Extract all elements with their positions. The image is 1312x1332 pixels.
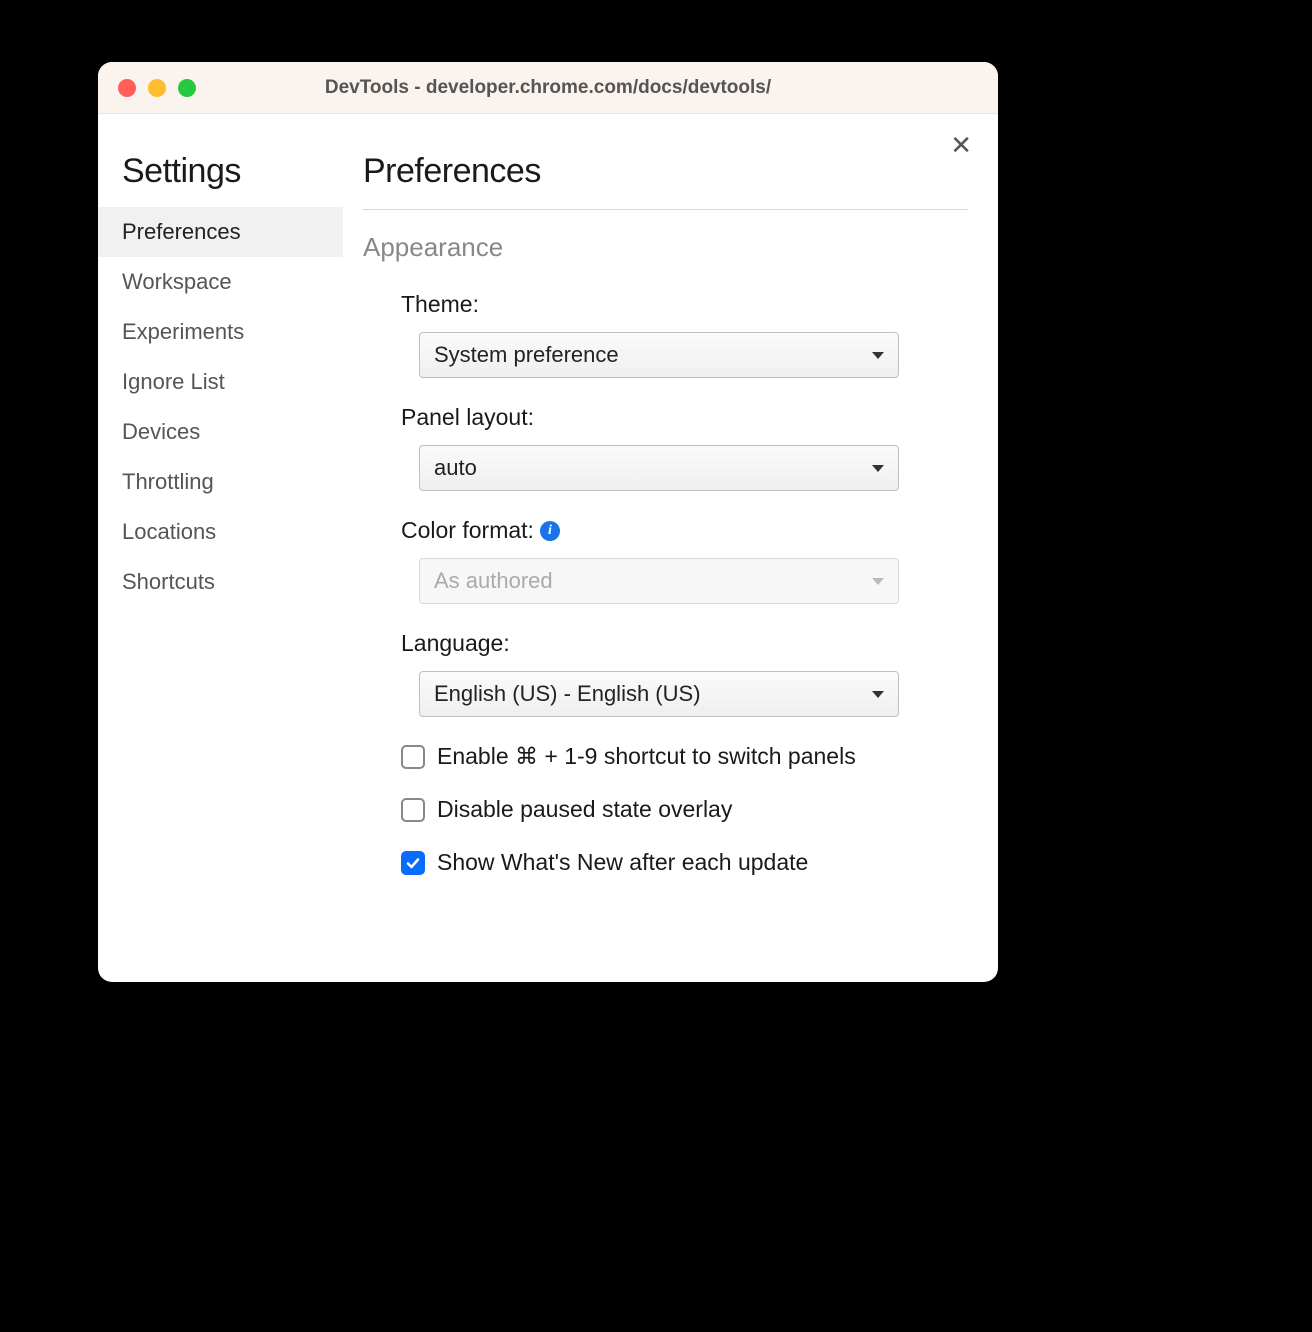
language-value: English (US) - English (US) xyxy=(434,681,701,707)
checkbox-label-1: Disable paused state overlay xyxy=(437,796,732,823)
maximize-window-button[interactable] xyxy=(178,79,196,97)
checkbox-label-0: Enable ⌘ + 1-9 shortcut to switch panels xyxy=(437,743,856,770)
chevron-down-icon xyxy=(872,578,884,585)
checkbox-group: Enable ⌘ + 1-9 shortcut to switch panels… xyxy=(363,743,968,876)
checkbox-row-0[interactable]: Enable ⌘ + 1-9 shortcut to switch panels xyxy=(401,743,968,770)
sidebar-item-experiments[interactable]: Experiments xyxy=(98,307,343,357)
sidebar-item-ignore-list[interactable]: Ignore List xyxy=(98,357,343,407)
checkbox-label-2: Show What's New after each update xyxy=(437,849,808,876)
checkbox-1[interactable] xyxy=(401,798,425,822)
chevron-down-icon xyxy=(872,352,884,359)
theme-value: System preference xyxy=(434,342,619,368)
close-settings-button[interactable]: ✕ xyxy=(950,132,972,158)
color-format-label: Color format: i xyxy=(401,517,968,544)
sidebar: Settings PreferencesWorkspaceExperiments… xyxy=(98,114,343,982)
sidebar-item-shortcuts[interactable]: Shortcuts xyxy=(98,557,343,607)
color-format-field: Color format: i As authored xyxy=(401,517,968,604)
traffic-lights xyxy=(118,79,196,97)
sidebar-item-workspace[interactable]: Workspace xyxy=(98,257,343,307)
sidebar-title: Settings xyxy=(98,152,343,191)
language-field: Language: English (US) - English (US) xyxy=(401,630,968,717)
sidebar-item-throttling[interactable]: Throttling xyxy=(98,457,343,507)
panel-layout-select[interactable]: auto xyxy=(419,445,899,491)
window-body: ✕ Settings PreferencesWorkspaceExperimen… xyxy=(98,114,998,982)
checkbox-0[interactable] xyxy=(401,745,425,769)
chevron-down-icon xyxy=(872,691,884,698)
window-title: DevTools - developer.chrome.com/docs/dev… xyxy=(98,77,998,99)
checkbox-row-1[interactable]: Disable paused state overlay xyxy=(401,796,968,823)
sidebar-item-preferences[interactable]: Preferences xyxy=(98,207,343,257)
devtools-window: DevTools - developer.chrome.com/docs/dev… xyxy=(98,62,998,982)
theme-label: Theme: xyxy=(401,291,968,318)
section-title: Appearance xyxy=(363,232,968,263)
chevron-down-icon xyxy=(872,465,884,472)
sidebar-item-devices[interactable]: Devices xyxy=(98,407,343,457)
sidebar-item-locations[interactable]: Locations xyxy=(98,507,343,557)
panel-layout-field: Panel layout: auto xyxy=(401,404,968,491)
panel-layout-value: auto xyxy=(434,455,477,481)
theme-select[interactable]: System preference xyxy=(419,332,899,378)
page-title: Preferences xyxy=(363,152,968,210)
minimize-window-button[interactable] xyxy=(148,79,166,97)
sidebar-nav: PreferencesWorkspaceExperimentsIgnore Li… xyxy=(98,207,343,607)
language-select[interactable]: English (US) - English (US) xyxy=(419,671,899,717)
color-format-select: As authored xyxy=(419,558,899,604)
titlebar: DevTools - developer.chrome.com/docs/dev… xyxy=(98,62,998,114)
close-window-button[interactable] xyxy=(118,79,136,97)
panel-layout-label: Panel layout: xyxy=(401,404,968,431)
checkbox-2[interactable] xyxy=(401,851,425,875)
language-label: Language: xyxy=(401,630,968,657)
checkbox-row-2[interactable]: Show What's New after each update xyxy=(401,849,968,876)
info-icon[interactable]: i xyxy=(540,521,560,541)
theme-field: Theme: System preference xyxy=(401,291,968,378)
content-panel: Preferences Appearance Theme: System pre… xyxy=(343,114,998,982)
color-format-value: As authored xyxy=(434,568,553,594)
